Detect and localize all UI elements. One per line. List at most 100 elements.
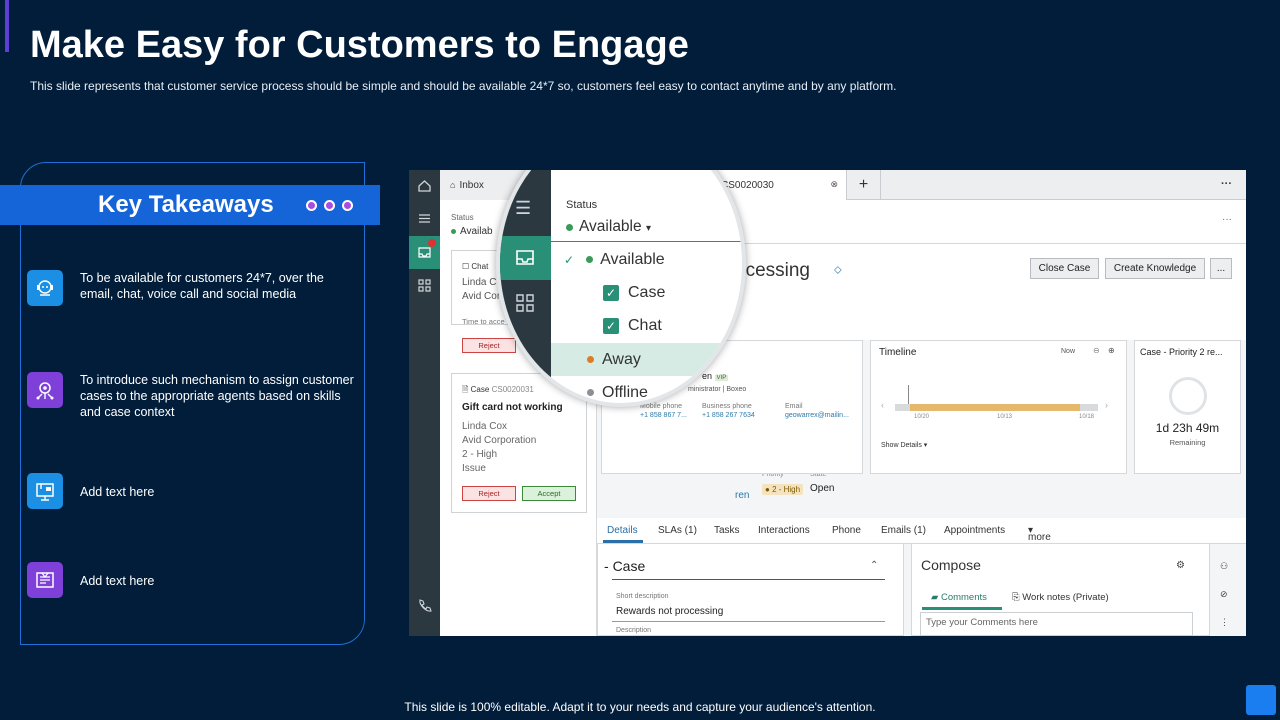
description-label: Description bbox=[616, 627, 652, 634]
status-dropdown[interactable]: Available ▾ bbox=[566, 218, 651, 236]
timeline-marker bbox=[908, 385, 913, 404]
page-subtitle: This slide represents that customer serv… bbox=[30, 79, 897, 93]
compose-options-icon[interactable]: ⚙ bbox=[1176, 560, 1185, 571]
mobile-label: Mobile phone bbox=[640, 403, 683, 410]
chat-card-time: Time to acce bbox=[462, 317, 505, 326]
inbox-status-label: Status bbox=[451, 213, 474, 222]
takeaway-text: Add text here bbox=[80, 574, 155, 588]
banner-dots bbox=[305, 199, 353, 211]
case-card-company: Avid Corporation bbox=[462, 435, 537, 446]
timeline-panel: Timeline Now ⊖ ⊕ ‹ › 10/20 10/13 10/18 S… bbox=[870, 340, 1127, 474]
magnified-inbox-selected[interactable] bbox=[500, 236, 551, 280]
timeline-bar bbox=[910, 404, 1080, 411]
tab-appointments[interactable]: Appointments bbox=[944, 525, 1005, 536]
sla-remaining: Remaining bbox=[1169, 438, 1206, 447]
case-reject-button[interactable]: Reject bbox=[462, 486, 516, 501]
chat-card-company: Avid Cor bbox=[462, 291, 501, 302]
business-phone-value[interactable]: +1 858 267 7634 bbox=[702, 412, 755, 419]
tab-phone[interactable]: Phone bbox=[832, 525, 861, 536]
status-menu-label: Status bbox=[566, 199, 598, 211]
email-value[interactable]: geowarrex@mailin... bbox=[785, 412, 849, 419]
presentation-board-icon bbox=[27, 473, 63, 509]
checkbox-icon[interactable]: ✓ bbox=[603, 317, 619, 334]
notification-badge bbox=[428, 239, 436, 247]
work-notes-tab[interactable]: ⎘ Work notes (Private) bbox=[1012, 592, 1109, 603]
case-tabs: Details SLAs (1) Tasks Interactions Phon… bbox=[597, 518, 1246, 544]
magnified-rail: ☰ bbox=[500, 170, 551, 403]
takeaway-text: Add text here bbox=[80, 485, 155, 499]
side-action-icons[interactable]: ⚇ ⊘ ⋮ bbox=[1220, 552, 1229, 636]
takeaway-item: To introduce such mechanism to assign cu… bbox=[27, 372, 357, 420]
takeaway-item: Add text here bbox=[27, 473, 357, 509]
case-section-title[interactable]: - Case bbox=[604, 558, 645, 574]
email-label: Email bbox=[785, 403, 803, 410]
show-details-link[interactable]: Show Details ▾ bbox=[881, 441, 927, 449]
takeaway-text: To be available for customers 24*7, over… bbox=[80, 271, 324, 301]
tab-emails[interactable]: Emails (1) bbox=[881, 525, 926, 536]
short-description-field[interactable]: Rewards not processing bbox=[616, 606, 723, 617]
tab-tasks[interactable]: Tasks bbox=[714, 525, 740, 536]
state-value: Open bbox=[810, 483, 835, 494]
tag-icon[interactable]: ⬦ bbox=[834, 264, 842, 277]
tab-more[interactable]: more ▾ bbox=[1028, 525, 1051, 543]
grid-icon[interactable] bbox=[514, 292, 536, 314]
check-icon: ✓ bbox=[564, 252, 575, 267]
list-icon[interactable] bbox=[417, 211, 432, 226]
status-option-offline[interactable]: Offline bbox=[551, 376, 742, 403]
compose-title: Compose bbox=[921, 557, 981, 573]
comments-tab[interactable]: ▰ Comments bbox=[931, 592, 987, 603]
more-options-icon[interactable]: ··· bbox=[1221, 178, 1232, 190]
inbox-rail-selected[interactable] bbox=[409, 236, 440, 269]
inbox-icon bbox=[418, 247, 431, 258]
app-screenshot: ⌂ Inbox CS0020030 ⊗ + ··· Status Availab… bbox=[409, 170, 1246, 636]
grid-icon[interactable] bbox=[417, 278, 432, 293]
menu-icon[interactable]: ☰ bbox=[515, 198, 531, 219]
tab-interactions[interactable]: Interactions bbox=[758, 525, 810, 536]
chat-card-name: Linda C bbox=[462, 277, 497, 288]
new-tab-button[interactable]: + bbox=[847, 170, 881, 200]
phone-icon[interactable] bbox=[417, 598, 432, 613]
case-card-category: Issue bbox=[462, 463, 486, 474]
timeline-tick: 10/20 bbox=[914, 414, 930, 420]
assigned-to-value: ren bbox=[735, 490, 750, 501]
case-accept-button[interactable]: Accept bbox=[522, 486, 576, 501]
section-divider bbox=[612, 579, 885, 580]
inbox-tab-icon: ⌂ bbox=[450, 180, 456, 190]
status-option-case[interactable]: ✓ Case bbox=[551, 276, 742, 309]
timeline-now: Now bbox=[1061, 348, 1076, 355]
sla-title: Case - Priority 2 re... bbox=[1140, 347, 1223, 357]
case-more-button[interactable]: ... bbox=[1210, 258, 1232, 279]
field-underline bbox=[612, 621, 885, 622]
status-menu-divider bbox=[551, 241, 742, 242]
takeaways-title: Key Takeaways bbox=[98, 191, 274, 218]
case-form-panel: - Case ⌃ Short description Rewards not p… bbox=[597, 544, 904, 636]
home-icon[interactable] bbox=[417, 178, 432, 193]
priority-badge: ● 2 - High bbox=[762, 484, 804, 495]
tab-slas[interactable]: SLAs (1) bbox=[658, 525, 697, 536]
case-card-name: Linda Cox bbox=[462, 421, 508, 432]
comments-tab-indicator bbox=[922, 607, 1002, 610]
timeline-tick: 10/18 bbox=[1079, 414, 1095, 420]
sla-panel: Case - Priority 2 re... 1d 23h 49m Remai… bbox=[1134, 340, 1241, 474]
zoom-out-icon[interactable]: ⊖ bbox=[1093, 346, 1100, 355]
status-menu-magnifier: ☰ Status Available ▾ ✓ Available ✓ Case … bbox=[496, 170, 746, 407]
checkbox-icon[interactable]: ✓ bbox=[603, 284, 619, 301]
subheader-more-icon[interactable]: ··· bbox=[1222, 214, 1232, 225]
timeline-prev-icon[interactable]: ‹ bbox=[881, 400, 884, 410]
create-knowledge-button[interactable]: Create Knowledge bbox=[1105, 258, 1205, 279]
collapse-icon[interactable]: ⌃ bbox=[870, 560, 878, 571]
tab-details[interactable]: Details bbox=[607, 525, 638, 536]
mobile-value[interactable]: +1 858 867 7... bbox=[640, 412, 687, 419]
chat-card-type: ☐ Chat bbox=[462, 262, 489, 271]
inbox-status-value[interactable]: Availab bbox=[451, 226, 493, 237]
close-tab-icon[interactable]: ⊗ bbox=[830, 179, 838, 190]
status-option-chat[interactable]: ✓ Chat bbox=[551, 309, 742, 342]
status-option-available[interactable]: ✓ Available bbox=[551, 243, 742, 276]
comment-input[interactable]: Type your Comments here bbox=[920, 612, 1193, 636]
status-option-away[interactable]: Away bbox=[551, 343, 742, 376]
timeline-next-icon[interactable]: › bbox=[1105, 400, 1108, 410]
short-description-label: Short description bbox=[616, 593, 669, 600]
close-case-button[interactable]: Close Case bbox=[1030, 258, 1099, 279]
zoom-in-icon[interactable]: ⊕ bbox=[1108, 346, 1115, 355]
timeline-tick: 10/13 bbox=[997, 414, 1013, 420]
